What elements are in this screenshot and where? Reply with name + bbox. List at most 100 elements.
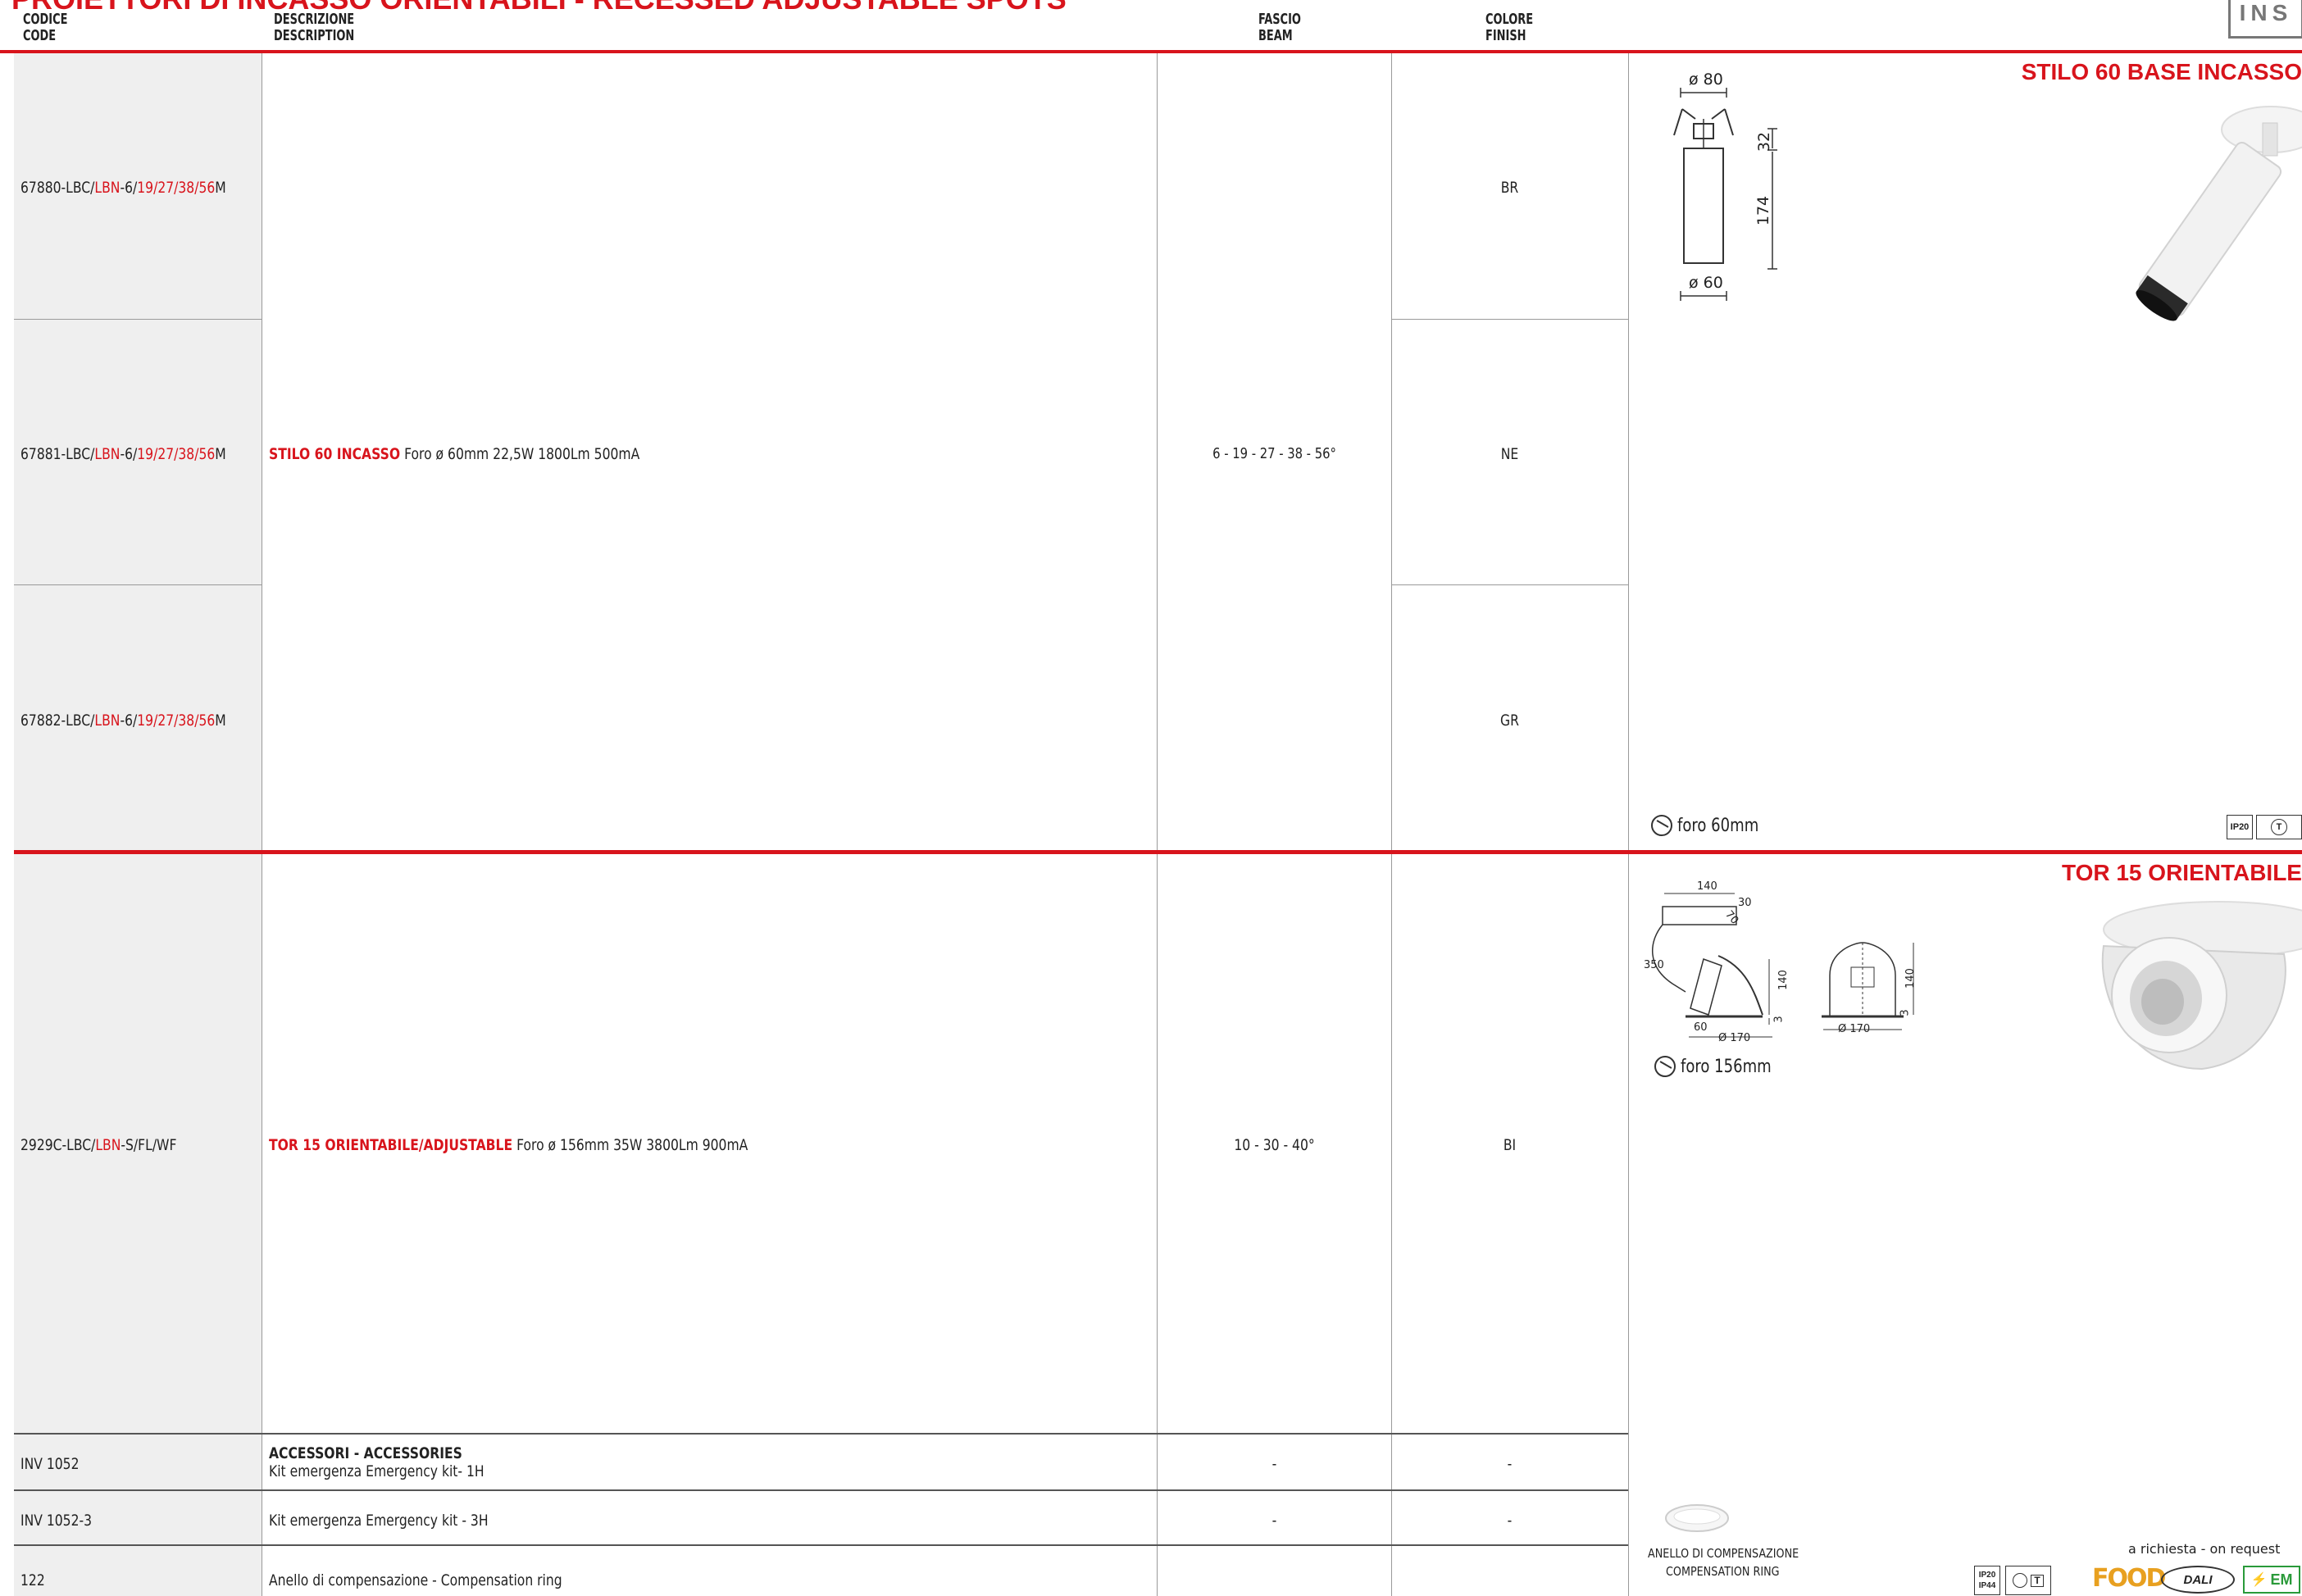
header-desc-it: DESCRIZIONE <box>274 11 355 28</box>
acc-desc-3: Anello di compensazione - Compensation r… <box>269 1571 562 1589</box>
header-beam: FASCIO BEAM <box>1258 11 1301 44</box>
tor-dim-170: Ø 170 <box>1718 1032 1751 1044</box>
stilo-code-3: 67882-LBC/LBN-6/19/27/38/56M <box>20 712 226 730</box>
stilo-code-1: 67880-LBC/LBN-6/19/27/38/56M <box>20 179 226 197</box>
ip20-text: IP20 <box>2230 821 2250 832</box>
compensation-ring-image <box>1665 1504 1729 1532</box>
tor-panel-title: TOR 15 ORIENTABILE <box>2061 860 2302 885</box>
acc-rule-2 <box>14 1489 1628 1491</box>
t-text: T <box>2031 1574 2044 1587</box>
header-code: CODICE CODE <box>23 11 67 44</box>
acc-code-2: INV 1052-3 <box>20 1512 93 1530</box>
stilo-panel-title: STILO 60 BASE INCASSO <box>2021 59 2302 84</box>
stilo-specs: Foro ø 60mm 22,5W 1800Lm 500mA <box>404 445 640 463</box>
code-lbn: LBN <box>94 179 121 197</box>
stilo-code-2: 67881-LBC/LBN-6/19/27/38/56M <box>20 445 226 463</box>
drill-icon <box>1651 815 1672 836</box>
tor-hole-text: foro 156mm <box>1681 1056 1772 1077</box>
code-prefix: 2929C-LBC/ <box>20 1136 96 1154</box>
acc-desc-1: ACCESSORI - ACCESSORIES Kit emergenza Em… <box>269 1444 531 1480</box>
acc-beam-1: - <box>1272 1455 1277 1473</box>
stilo-description: STILO 60 INCASSO Foro ø 60mm 22,5W 1800L… <box>269 445 639 463</box>
tor-dim-3: 3 <box>1772 1016 1786 1023</box>
code-angles: 19/27/38/56 <box>137 712 216 730</box>
acc-finish-1: - <box>1507 1455 1513 1473</box>
stilo-beam: 6 - 19 - 27 - 38 - 56° <box>1212 445 1336 462</box>
tor-dim-350: 350 <box>1644 959 1664 971</box>
header-beam-en: BEAM <box>1258 27 1293 44</box>
tor-dim-140b: 140 <box>1904 968 1917 989</box>
acc-beam-2: - <box>1272 1512 1277 1530</box>
header-finish-en: FINISH <box>1485 27 1526 44</box>
acc-rule-3 <box>14 1544 1628 1546</box>
header-finish: COLORE FINISH <box>1485 11 1533 44</box>
logo-text: INS <box>2239 0 2293 25</box>
tor-beam: 10 - 30 - 40° <box>1234 1136 1315 1154</box>
stilo-finish-2: NE <box>1500 445 1519 463</box>
stilo-name: STILO 60 INCASSO <box>269 445 401 463</box>
em-text: EM <box>2270 1571 2293 1588</box>
stilo-finish-3: GR <box>1500 712 1519 730</box>
code-suffix: M <box>215 445 226 463</box>
header-finish-it: COLORE <box>1485 11 1534 28</box>
code-angles: 19/27/38/56 <box>137 179 216 197</box>
grid-vline-2 <box>1157 53 1158 1596</box>
stilo-dim-bottom: ø 60 <box>1689 274 1723 292</box>
stilo-row-sep-1 <box>14 319 262 320</box>
code-angles: 19/27/38/56 <box>137 445 216 463</box>
code-mid: -6/ <box>120 179 138 197</box>
tor-dim-30: 30 <box>1738 897 1752 909</box>
tor-dim-60: 60 <box>1694 1021 1708 1034</box>
food-logo: FOOD <box>2092 1564 2166 1593</box>
ring-label-2: COMPENSATION RING <box>1666 1564 1780 1579</box>
tor-dimension-drawing <box>1652 893 1914 1038</box>
header-code-en: CODE <box>23 27 57 44</box>
ip20-ip44-badge: IP20 IP44 <box>1974 1566 2000 1595</box>
header-rule <box>0 50 2302 53</box>
stilo-dimension-drawing <box>1673 88 1777 301</box>
header-beam-it: FASCIO <box>1258 11 1301 28</box>
code-suffix: M <box>215 712 226 730</box>
tor-product-image <box>2101 901 2302 1071</box>
stilo-hole-text: foro 60mm <box>1677 815 1759 836</box>
code-mid: -6/ <box>120 712 138 730</box>
tor-code: 2929C-LBC/LBN-S/FL/WF <box>20 1136 176 1154</box>
emergency-icon: ⚡ <box>2250 1573 2268 1587</box>
code-lbn: LBN <box>95 1136 121 1154</box>
tor-dim-170b: Ø 170 <box>1838 1023 1871 1035</box>
t-rated-text: T <box>2271 819 2287 835</box>
ip-b-text: IP44 <box>1978 1581 1996 1590</box>
acc-code-3: 122 <box>20 1571 45 1589</box>
acc-code-1: INV 1052 <box>20 1455 80 1473</box>
corner-logo: INS <box>2228 0 2302 39</box>
tor-dim-3b: 3 <box>1899 1009 1912 1016</box>
code-lbn: LBN <box>94 445 121 463</box>
tor-description: TOR 15 ORIENTABILE/ADJUSTABLE Foro ø 156… <box>269 1136 748 1154</box>
header-description: DESCRIZIONE DESCRIPTION <box>274 11 354 44</box>
code-prefix: 67882-LBC/ <box>20 712 95 730</box>
tor-specs: Foro ø 156mm 35W 3800Lm 900mA <box>516 1136 748 1154</box>
em-logo: ⚡ EM <box>2243 1566 2300 1594</box>
dali-logo: DALI <box>2161 1566 2235 1594</box>
code-prefix: 67881-LBC/ <box>20 445 95 463</box>
grid-vline-3 <box>1391 53 1392 1596</box>
acc-title: ACCESSORI - ACCESSORIES <box>269 1444 462 1462</box>
ip20-badge: IP20 <box>2227 815 2253 839</box>
dali-text: DALI <box>2183 1572 2213 1587</box>
ring-label-1: ANELLO DI COMPENSAZIONE <box>1648 1546 1799 1561</box>
lamp-icon <box>2013 1573 2028 1588</box>
ip-a-text: IP20 <box>1978 1571 1996 1580</box>
stilo-hole-label: foro 60mm <box>1651 815 1777 836</box>
code-suffix: -S/FL/WF <box>121 1136 177 1154</box>
stilo-row-sep-1b <box>1391 319 1628 320</box>
acc-finish-2: - <box>1507 1512 1513 1530</box>
code-lbn: LBN <box>94 712 121 730</box>
drill-icon <box>1654 1056 1676 1077</box>
stilo-dim-h1: 32 <box>1755 131 1774 152</box>
t-rated-icon: T <box>2256 815 2302 839</box>
stilo-dim-top: ø 80 <box>1689 70 1723 89</box>
header-code-it: CODICE <box>23 11 68 28</box>
on-request-label: a richiesta - on request <box>2128 1541 2281 1557</box>
code-suffix: M <box>215 179 226 197</box>
code-column-bg-tor <box>14 854 262 1596</box>
